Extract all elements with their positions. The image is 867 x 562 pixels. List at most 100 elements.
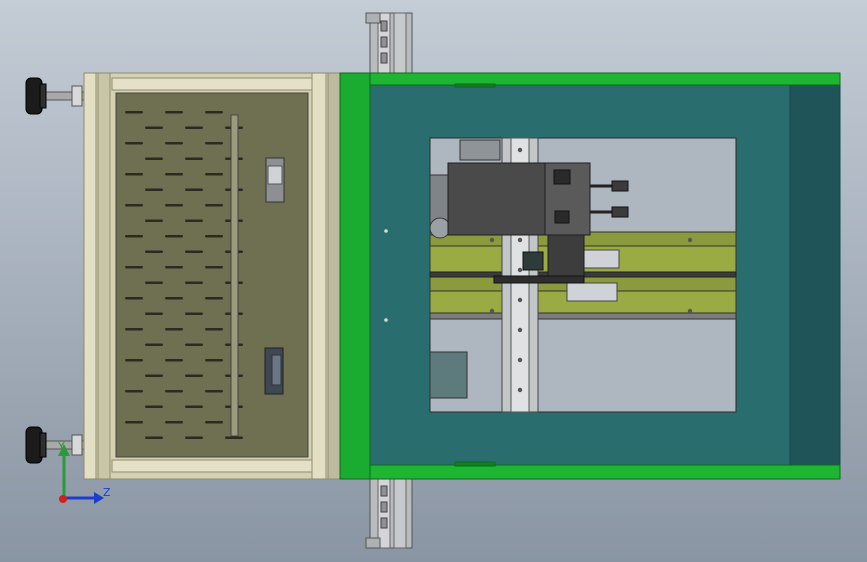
tray-slot	[205, 421, 223, 424]
bottom-bracket-slot	[380, 485, 388, 497]
green-frame-left-post	[339, 72, 371, 480]
device-port-top	[553, 169, 571, 185]
bottom-bracket-slot	[380, 517, 388, 529]
triad-x-axis	[59, 495, 67, 503]
tray-slot	[205, 173, 223, 176]
tray-slot	[145, 343, 163, 346]
tray-slot	[125, 111, 143, 114]
connector-bottom	[611, 206, 629, 218]
tray-slot	[205, 359, 223, 362]
guide-screw	[517, 267, 523, 273]
bottom-bracket[interactable]	[365, 477, 413, 549]
rail-screw	[489, 237, 495, 243]
leveling-foot-top-nut	[71, 85, 83, 107]
tray-slot	[145, 188, 163, 191]
tray-slot	[205, 142, 223, 145]
green-frame-top-rail	[339, 72, 841, 86]
top-bracket-rib2	[393, 12, 407, 74]
rail-block-lower	[566, 282, 618, 302]
leveling-foot-bottom-nut	[71, 434, 83, 456]
triad-z-label: Z	[103, 486, 111, 499]
guide-screw	[517, 147, 523, 153]
bottom-bracket-rib2	[393, 477, 407, 549]
rail-block-upper	[582, 249, 620, 269]
tray-slot	[145, 312, 163, 315]
tray-slot	[205, 390, 223, 393]
tray-slot	[145, 405, 163, 408]
left-frame-rail-top	[111, 77, 313, 91]
tray-slot	[145, 281, 163, 284]
left-frame-module[interactable]	[83, 72, 343, 480]
guide-screw	[517, 237, 523, 243]
tray-center-bar	[230, 114, 239, 437]
tray-slot	[165, 297, 183, 300]
tray-slot	[185, 219, 203, 222]
rail-screw	[489, 308, 495, 314]
guide-screw	[517, 327, 523, 333]
tray-slot	[165, 142, 183, 145]
device-port-bottom	[554, 210, 570, 224]
rail-shadow	[429, 312, 737, 320]
tray-slot	[205, 111, 223, 114]
green-frame-bottom-rail	[339, 464, 841, 480]
tray-slot	[185, 157, 203, 160]
tray-slot	[185, 312, 203, 315]
tray-slot	[185, 126, 203, 129]
tray-slot	[125, 421, 143, 424]
leveling-foot-top-hub	[39, 83, 47, 109]
tray-slot	[205, 204, 223, 207]
tray-slot	[145, 219, 163, 222]
top-bracket-tab	[365, 12, 381, 24]
guide-screw	[517, 357, 523, 363]
device-mount	[547, 234, 585, 280]
tray-slot	[205, 235, 223, 238]
triad-y-label: Y	[58, 440, 65, 453]
rail-screw	[687, 308, 693, 314]
top-bracket-slot	[380, 20, 388, 32]
frame-detail	[454, 461, 496, 467]
tray-slot	[165, 328, 183, 331]
tray-slot	[165, 421, 183, 424]
tray-slot	[165, 390, 183, 393]
left-frame-rail-bottom	[111, 459, 313, 473]
tray-slot	[185, 436, 203, 439]
frame-detail	[454, 83, 496, 88]
tray-slot	[205, 328, 223, 331]
leveling-foot-bottom-hub	[39, 432, 47, 458]
bottom-bracket-slot	[380, 501, 388, 513]
tray-slot	[125, 359, 143, 362]
left-frame-post-inner	[97, 72, 111, 480]
rail-screw	[687, 237, 693, 243]
tray-slot	[185, 343, 203, 346]
guide-carriage-top	[459, 139, 501, 161]
cad-viewport[interactable]: Y Z	[0, 0, 867, 562]
tray-slot	[165, 359, 183, 362]
left-frame-post-right	[311, 72, 327, 480]
tray-slot	[185, 250, 203, 253]
tray-component-bottom-window	[271, 354, 282, 386]
tray-slot	[165, 111, 183, 114]
device-motor	[522, 251, 544, 271]
tray-slot	[125, 266, 143, 269]
machine-model	[25, 12, 841, 549]
tray-slot	[165, 235, 183, 238]
left-frame-post-left	[83, 72, 97, 480]
tray-slot	[145, 374, 163, 377]
top-bracket-slot	[380, 52, 388, 64]
tray-slot	[125, 235, 143, 238]
tray-slot	[185, 405, 203, 408]
tray-slot	[165, 266, 183, 269]
top-bracket-slot	[380, 36, 388, 48]
tray-slot	[145, 436, 163, 439]
top-bracket[interactable]	[365, 12, 413, 74]
pulley	[429, 217, 451, 239]
guide-screw	[517, 297, 523, 303]
panel-screw	[384, 318, 388, 322]
tray-slot	[125, 297, 143, 300]
assembly-top-view[interactable]	[0, 0, 867, 562]
bottom-bracket-tab	[365, 537, 381, 549]
tray-slot	[225, 436, 243, 439]
device-body	[447, 162, 551, 236]
tray-slot	[165, 173, 183, 176]
guide-screw	[517, 387, 523, 393]
